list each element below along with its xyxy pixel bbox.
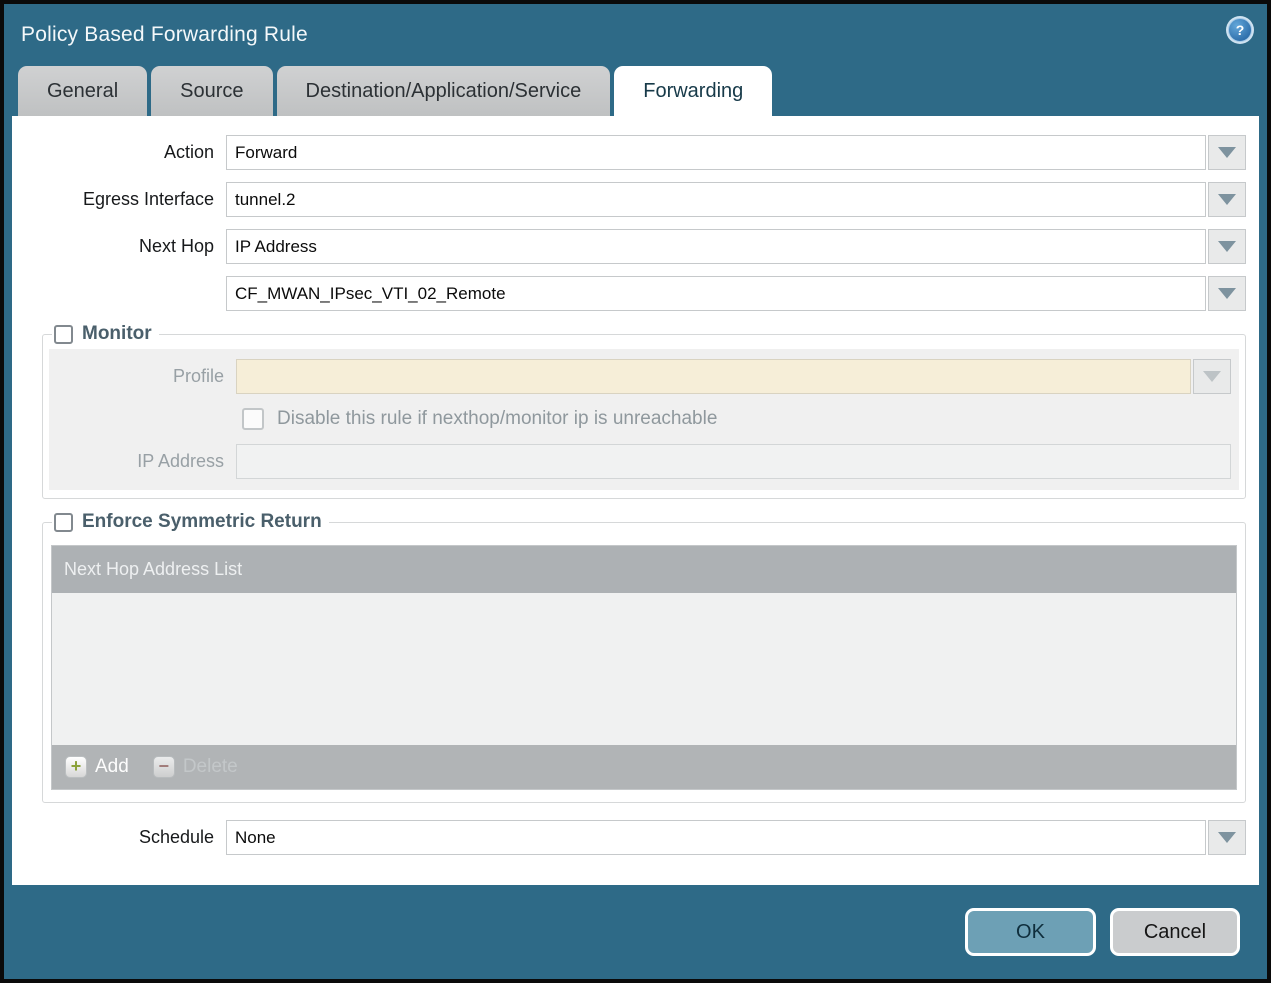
disable-rule-label: Disable this rule if nexthop/monitor ip … (277, 408, 717, 430)
next-hop-type-dropdown-button[interactable] (1208, 229, 1246, 264)
symmetric-return-checkbox[interactable] (54, 513, 73, 532)
monitor-panel: Profile Disable this rule if nexthop/mon… (49, 349, 1239, 490)
schedule-label: Schedule (42, 827, 226, 848)
delete-button[interactable]: − Delete (153, 756, 238, 778)
disable-rule-row: Disable this rule if nexthop/monitor ip … (242, 408, 1231, 430)
help-icon[interactable]: ? (1226, 16, 1254, 44)
next-hop-label: Next Hop (42, 236, 226, 257)
tab-destination-application-service[interactable]: Destination/Application/Service (277, 66, 611, 116)
symmetric-return-legend: Enforce Symmetric Return (52, 511, 329, 533)
action-dropdown-button[interactable] (1208, 135, 1246, 170)
dialog-footer: OK Cancel (4, 885, 1267, 979)
schedule-row: Schedule (42, 820, 1246, 855)
monitor-legend: Monitor (52, 323, 159, 345)
symmetric-return-fieldset: Enforce Symmetric Return Next Hop Addres… (42, 511, 1246, 803)
monitor-ip-address-label: IP Address (57, 451, 236, 472)
next-hop-address-input[interactable] (226, 276, 1206, 311)
next-hop-address-list-table: Next Hop Address List + Add − (51, 545, 1237, 790)
delete-button-label: Delete (183, 756, 238, 778)
monitor-ip-address-input (236, 444, 1231, 479)
next-hop-type-input[interactable] (226, 229, 1206, 264)
chevron-down-icon (1218, 832, 1236, 843)
action-label: Action (42, 142, 226, 163)
table-header-label: Next Hop Address List (64, 559, 242, 580)
table-footer: + Add − Delete (52, 745, 1236, 789)
next-hop-address-row (42, 276, 1246, 311)
monitor-fieldset: Monitor Profile Disable (42, 323, 1246, 499)
egress-interface-input[interactable] (226, 182, 1206, 217)
policy-based-forwarding-dialog: Policy Based Forwarding Rule ? General S… (4, 4, 1267, 979)
ok-button[interactable]: OK (965, 908, 1096, 956)
monitor-ip-address-row: IP Address (57, 444, 1231, 479)
dialog-titlebar: Policy Based Forwarding Rule ? (4, 4, 1267, 66)
next-hop-row: Next Hop (42, 229, 1246, 264)
add-icon: + (65, 756, 87, 778)
next-hop-address-dropdown-button[interactable] (1208, 276, 1246, 311)
profile-row: Profile (57, 359, 1231, 394)
add-button[interactable]: + Add (65, 756, 129, 778)
screenshot-frame: Policy Based Forwarding Rule ? General S… (0, 0, 1271, 983)
chevron-down-icon (1218, 147, 1236, 158)
monitor-legend-label: Monitor (82, 323, 152, 345)
egress-interface-dropdown-button[interactable] (1208, 182, 1246, 217)
schedule-dropdown-button[interactable] (1208, 820, 1246, 855)
symmetric-return-legend-label: Enforce Symmetric Return (82, 511, 322, 533)
tab-general[interactable]: General (18, 66, 147, 116)
table-body[interactable] (52, 593, 1236, 745)
action-row: Action (42, 135, 1246, 170)
tab-source[interactable]: Source (151, 66, 272, 116)
action-input[interactable] (226, 135, 1206, 170)
table-header: Next Hop Address List (52, 546, 1236, 593)
tab-forwarding[interactable]: Forwarding (614, 66, 772, 116)
chevron-down-icon (1218, 241, 1236, 252)
cancel-button[interactable]: Cancel (1110, 908, 1240, 956)
profile-input (236, 359, 1191, 394)
add-button-label: Add (95, 756, 129, 778)
egress-interface-label: Egress Interface (42, 189, 226, 210)
profile-label: Profile (57, 366, 236, 387)
disable-rule-checkbox (242, 408, 264, 430)
chevron-down-icon (1203, 371, 1221, 382)
egress-interface-row: Egress Interface (42, 182, 1246, 217)
profile-dropdown-button (1193, 359, 1231, 394)
dialog-title: Policy Based Forwarding Rule (21, 23, 308, 47)
tab-bar: General Source Destination/Application/S… (4, 66, 1267, 116)
chevron-down-icon (1218, 288, 1236, 299)
question-mark-icon: ? (1228, 18, 1252, 42)
chevron-down-icon (1218, 194, 1236, 205)
schedule-input[interactable] (226, 820, 1206, 855)
forwarding-tab-panel: Action Egress Interface Ne (12, 116, 1259, 885)
monitor-checkbox[interactable] (54, 325, 73, 344)
delete-icon: − (153, 756, 175, 778)
